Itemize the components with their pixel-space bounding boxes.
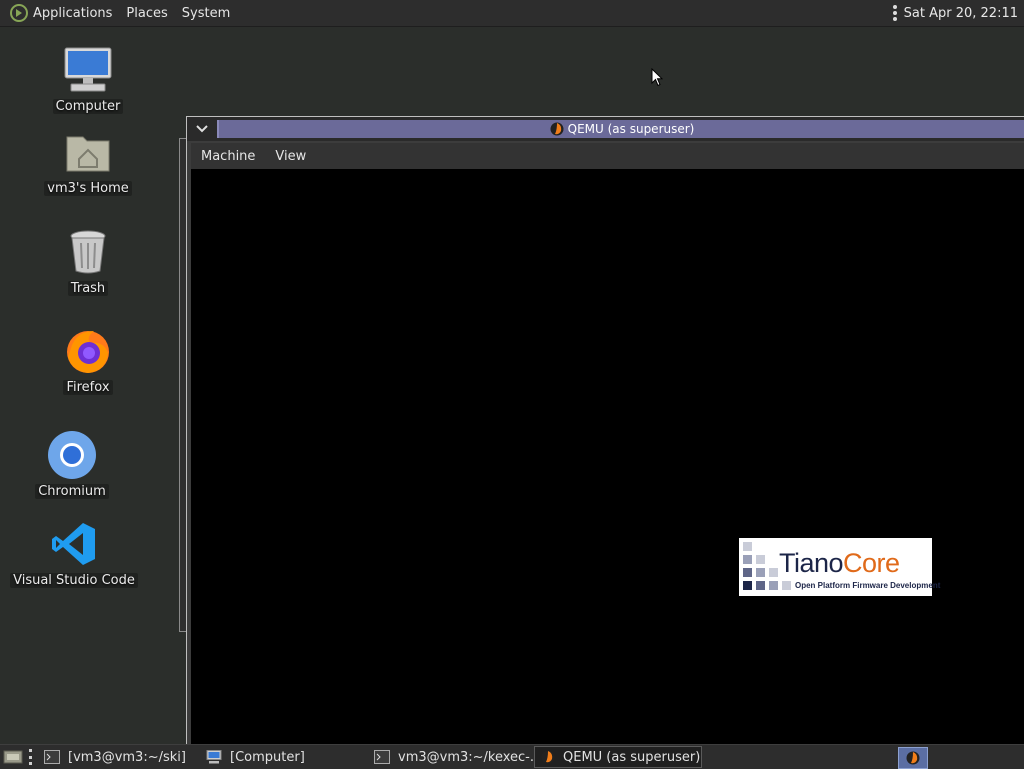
vm-display[interactable]: TianoCore Open Platform Firmware Develop… [191,169,1024,747]
top-panel: Applications Places System Sat Apr 20, 2… [0,0,1024,27]
system-menu[interactable]: System [175,0,237,26]
computer-icon [206,750,222,764]
taskbar-item-label: [vm3@vm3:~/ski] [68,749,186,765]
taskbar-item-terminal-kexec[interactable]: vm3@vm3:~/kexec-... [368,746,534,768]
terminal-icon [374,750,390,764]
desktop-icon-firefox[interactable]: Firefox [23,325,153,395]
desktop-icon-label: Computer [52,99,124,114]
terminal-icon [44,750,60,764]
window-menu-button[interactable] [187,117,217,141]
taskbar-item-label: vm3@vm3:~/kexec-... [398,749,534,765]
panel-handle-icon[interactable] [892,5,897,21]
desktop-icon-chromium[interactable]: Chromium [7,429,137,499]
desktop-icon-trash[interactable]: Trash [23,226,153,296]
taskbar-item-qemu[interactable]: QEMU (as superuser) [534,746,702,768]
show-desktop-icon[interactable] [3,749,23,765]
trash-icon [62,226,114,278]
desktop-icon-label: Chromium [35,484,109,499]
view-menu[interactable]: View [265,149,316,164]
applications-menu[interactable]: Applications [0,0,119,26]
desktop-icon-label: Visual Studio Code [10,573,138,588]
qemu-window[interactable]: QEMU (as superuser) Machine View TianoCo… [186,116,1024,747]
desktop-icon-label: Trash [67,281,109,296]
desktop-icon-label: vm3's Home [44,181,132,196]
chromium-icon [46,429,98,481]
bottom-panel: [vm3@vm3:~/ski] [Computer] vm3@vm3:~/kex… [0,744,1024,769]
computer-icon [62,44,114,96]
tianocore-boot-logo: TianoCore Open Platform Firmware Develop… [739,538,940,596]
desktop-icon-vscode[interactable]: Visual Studio Code [9,518,139,588]
applications-menu-label: Applications [33,5,113,21]
taskbar-item-terminal-ski[interactable]: [vm3@vm3:~/ski] [38,746,200,768]
firefox-icon [62,325,114,377]
qemu-titlebar[interactable]: QEMU (as superuser) [187,117,1024,141]
taskbar-handle-icon[interactable] [29,749,32,765]
chevron-down-icon [196,125,208,133]
qemu-title-strip[interactable]: QEMU (as superuser) [217,120,1024,138]
taskbar-item-label: [Computer] [230,749,305,765]
desktop-icon-computer[interactable]: Computer [23,44,153,114]
tianocore-tagline: Open Platform Firmware Development [795,581,941,590]
qemu-icon [541,750,555,764]
tianocore-wordmark-tiano: Tiano [779,548,844,578]
workspace-switcher[interactable] [898,747,928,769]
clock[interactable]: Sat Apr 20, 22:11 [904,6,1018,21]
qemu-icon [550,122,564,136]
qemu-window-title: QEMU (as superuser) [567,122,695,136]
taskbar-item-computer[interactable]: [Computer] [200,746,368,768]
tianocore-wordmark: TianoCore [779,549,900,577]
desktop-icon-home[interactable]: vm3's Home [23,126,153,196]
qemu-menubar: Machine View [191,143,1024,169]
mouse-cursor-icon [651,68,663,87]
machine-menu[interactable]: Machine [191,149,265,164]
taskbar-item-label: QEMU (as superuser) [563,749,701,765]
qemu-icon [906,751,920,765]
places-menu[interactable]: Places [119,0,174,26]
desktop-icon-label: Firefox [63,380,113,395]
home-folder-icon [62,126,114,178]
vscode-icon [48,518,100,570]
tianocore-wordmark-core: Core [843,548,900,578]
mate-logo-icon [10,4,28,22]
